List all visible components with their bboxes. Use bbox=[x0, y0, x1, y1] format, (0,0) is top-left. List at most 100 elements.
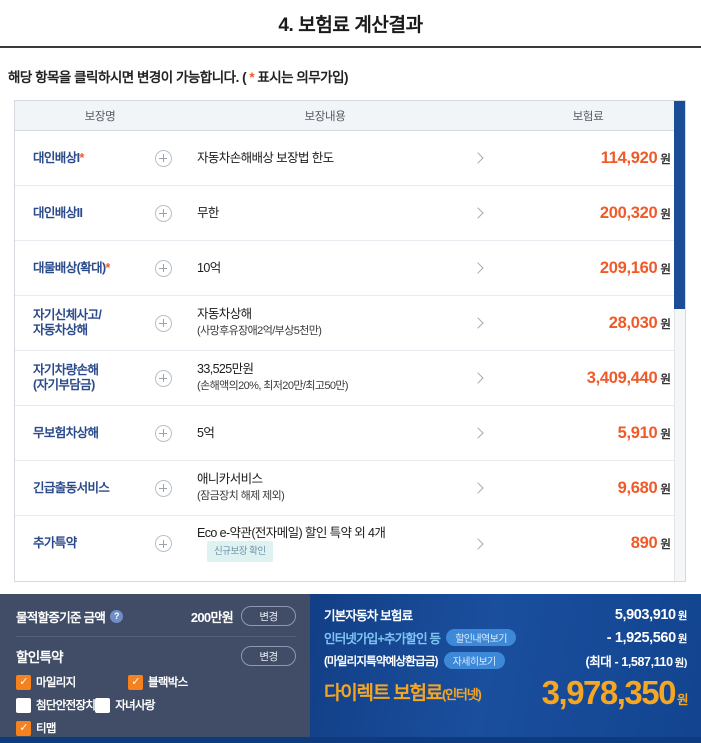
refund-amount: (최대 - 1,587,110 원) bbox=[585, 655, 687, 669]
plus-circle-icon[interactable] bbox=[154, 535, 172, 552]
discount-checkbox-label: 블랙박스 bbox=[148, 677, 188, 689]
plus-circle-icon[interactable] bbox=[154, 479, 172, 497]
surcharge-value: 200만원 bbox=[190, 609, 234, 625]
table-row[interactable]: 자기신체사고/자동차상해 자동차상해 (사망후유장애2억/부상5천만) 28,030 원 bbox=[15, 296, 685, 351]
discount-checkbox-label: 자녀사랑 bbox=[115, 700, 155, 712]
checkbox-unchecked-icon[interactable] bbox=[16, 697, 31, 713]
discount-checkbox[interactable]: 자녀사랑 bbox=[95, 697, 207, 713]
currency-unit: 원 bbox=[660, 539, 671, 551]
total-premium-label: 다이렉트 보험료(인터넷) bbox=[324, 683, 482, 704]
column-header-name: 보장명 bbox=[84, 110, 116, 123]
premium-amount: 3,409,440 bbox=[586, 368, 658, 387]
status-badge[interactable]: 신규보장 확인 bbox=[207, 540, 273, 562]
discount-premium-label: 인터넷가입+추가할인 등 bbox=[324, 632, 441, 646]
table-scrollbar-thumb[interactable] bbox=[674, 101, 685, 309]
coverage-premium: 3,409,440 원 bbox=[499, 369, 685, 388]
page-title: 4. 보험료 계산결과 bbox=[278, 14, 423, 36]
checkbox-checked-icon[interactable] bbox=[16, 674, 31, 690]
checkbox-unchecked-icon[interactable] bbox=[95, 697, 111, 713]
coverage-name: 자기신체사고/자동차상해 bbox=[33, 308, 102, 337]
chevron-right-icon[interactable] bbox=[457, 372, 499, 384]
coverage-detail-sub: (손해액의20%, 최저20만/최고50만) bbox=[197, 380, 349, 392]
expand-cell[interactable] bbox=[143, 535, 183, 552]
coverage-detail: 자동차손해배상 보장법 한도 bbox=[183, 151, 457, 166]
plus-circle-icon[interactable] bbox=[154, 314, 172, 332]
refund-detail-button[interactable]: 자세히보기 bbox=[443, 652, 505, 669]
coverage-detail: 무한 bbox=[183, 206, 457, 221]
plus-circle-icon[interactable] bbox=[154, 204, 172, 222]
chevron-right-icon[interactable] bbox=[457, 152, 499, 164]
coverage-detail-main: 애니카서비스 bbox=[197, 472, 263, 486]
checkbox-checked-icon[interactable] bbox=[16, 720, 31, 736]
currency-unit: 원 bbox=[660, 153, 671, 166]
coverage-detail-main: 5억 bbox=[197, 425, 215, 440]
coverage-detail: 애니카서비스 (잠금장치 해제 제외) bbox=[183, 472, 457, 504]
coverage-premium: 5,910 원 bbox=[499, 424, 685, 443]
surcharge-change-button[interactable]: 변경 bbox=[241, 606, 296, 626]
checkbox-checked-icon[interactable] bbox=[128, 674, 143, 690]
coverage-name: 대물배상(확대)* bbox=[33, 260, 110, 275]
chevron-right-icon[interactable] bbox=[457, 317, 499, 329]
expand-cell[interactable] bbox=[143, 149, 183, 167]
discount-checkbox[interactable]: 티맵 bbox=[16, 720, 116, 736]
table-row[interactable]: 자기차량손해 (자기부담금) 33,525만원 (손해액의20%, 최저20만/최고5… bbox=[15, 351, 685, 406]
coverage-detail-sub: (사망후유장애2억/부상5천만) bbox=[197, 325, 322, 337]
currency-unit: 원 bbox=[660, 263, 671, 276]
refund-row: (마일리지특약예상환급금) 자세히보기 (최대 - 1,587,110 원) bbox=[324, 651, 687, 670]
table-row[interactable]: 대인배상I* 자동차손해배상 보장법 한도 114,920 원 bbox=[15, 131, 685, 186]
coverage-detail: Eco e-약관(전자메일) 할인 특약 외 4개 신규보장 확인 bbox=[183, 526, 457, 562]
coverage-detail-main: 33,525만원 bbox=[197, 362, 254, 376]
discount-checkbox-group: 마일리지 블랙박스첨단안전장치 자녀사랑티맵 bbox=[16, 674, 296, 736]
currency-unit: 원 bbox=[660, 318, 671, 331]
coverage-premium: 28,030 원 bbox=[499, 314, 685, 333]
discount-checkbox[interactable]: 첨단안전장치 bbox=[16, 697, 96, 713]
discount-checkbox[interactable]: 마일리지 bbox=[16, 674, 128, 690]
expand-cell[interactable] bbox=[143, 204, 183, 222]
currency-unit: 원 bbox=[660, 373, 671, 386]
plus-circle-icon[interactable] bbox=[154, 149, 172, 167]
plus-circle-icon[interactable] bbox=[154, 369, 172, 387]
discount-detail-button[interactable]: 할인내역보기 bbox=[446, 629, 516, 646]
plus-circle-icon[interactable] bbox=[154, 424, 172, 442]
question-mark-icon[interactable]: ? bbox=[110, 609, 124, 623]
coverage-name: 자기차량손해 (자기부담금) bbox=[33, 363, 99, 392]
table-scrollbar-track[interactable] bbox=[674, 101, 685, 581]
expand-cell[interactable] bbox=[143, 479, 183, 497]
discount-checkbox-label: 마일리지 bbox=[36, 677, 76, 689]
discount-checkbox[interactable]: 블랙박스 bbox=[128, 674, 228, 690]
notice-before: 해당 항목을 클릭하시면 변경이 가능합니다. ( bbox=[8, 70, 250, 85]
base-premium-label: 기본자동차 보험료 bbox=[324, 609, 413, 623]
discount-change-button[interactable]: 변경 bbox=[241, 646, 296, 666]
currency-unit: 원 bbox=[660, 428, 671, 441]
required-asterisk: * bbox=[79, 150, 84, 165]
discount-label: 할인특약 bbox=[16, 650, 64, 665]
total-premium-row: 다이렉트 보험료(인터넷) 3,978,350 원 bbox=[324, 676, 689, 709]
table-row[interactable]: 무보험차상해 5억 5,910 원 bbox=[15, 406, 685, 461]
coverage-detail-main: 무한 bbox=[197, 205, 219, 220]
table-row[interactable]: 추가특약 Eco e-약관(전자메일) 할인 특약 외 4개 신규보장 확인 890 원 bbox=[15, 516, 685, 571]
chevron-right-icon[interactable] bbox=[457, 207, 499, 219]
notice-after: 표시는 의무가입) bbox=[254, 70, 349, 85]
currency-unit: 원 bbox=[660, 483, 671, 496]
coverage-detail: 자동차상해 (사망후유장애2억/부상5천만) bbox=[183, 307, 457, 339]
table-row[interactable]: 대인배상II 무한 200,320 원 bbox=[15, 186, 685, 241]
chevron-right-icon[interactable] bbox=[457, 482, 499, 494]
chevron-right-icon[interactable] bbox=[457, 537, 499, 550]
expand-cell[interactable] bbox=[143, 424, 183, 442]
expand-cell[interactable] bbox=[143, 314, 183, 332]
plus-circle-icon[interactable] bbox=[154, 259, 172, 277]
coverage-premium: 890 원 bbox=[499, 534, 685, 553]
table-row[interactable]: 긴급출동서비스 애니카서비스 (잠금장치 해제 제외) 9,680 원 bbox=[15, 461, 685, 516]
chevron-right-icon[interactable] bbox=[457, 427, 499, 439]
coverage-name: 긴급출동서비스 bbox=[33, 480, 110, 495]
coverage-name: 무보험차상해 bbox=[33, 425, 99, 440]
expand-cell[interactable] bbox=[143, 369, 183, 387]
premium-amount: 114,920 bbox=[600, 148, 658, 167]
table-row[interactable]: 대물배상(확대)* 10억 209,160 원 bbox=[15, 241, 685, 296]
chevron-right-icon[interactable] bbox=[457, 262, 499, 274]
insurance-quote-page: 4. 보험료 계산결과 해당 항목을 클릭하시면 변경이 가능합니다. ( * … bbox=[0, 0, 701, 743]
table-body: 대인배상I* 자동차손해배상 보장법 한도 114,920 원 대인배상II 무한 200,… bbox=[15, 131, 685, 571]
notice-text: 해당 항목을 클릭하시면 변경이 가능합니다. ( * 표시는 의무가입) bbox=[0, 48, 701, 100]
discount-row: 할인특약 변경 bbox=[16, 637, 296, 674]
expand-cell[interactable] bbox=[143, 259, 183, 277]
